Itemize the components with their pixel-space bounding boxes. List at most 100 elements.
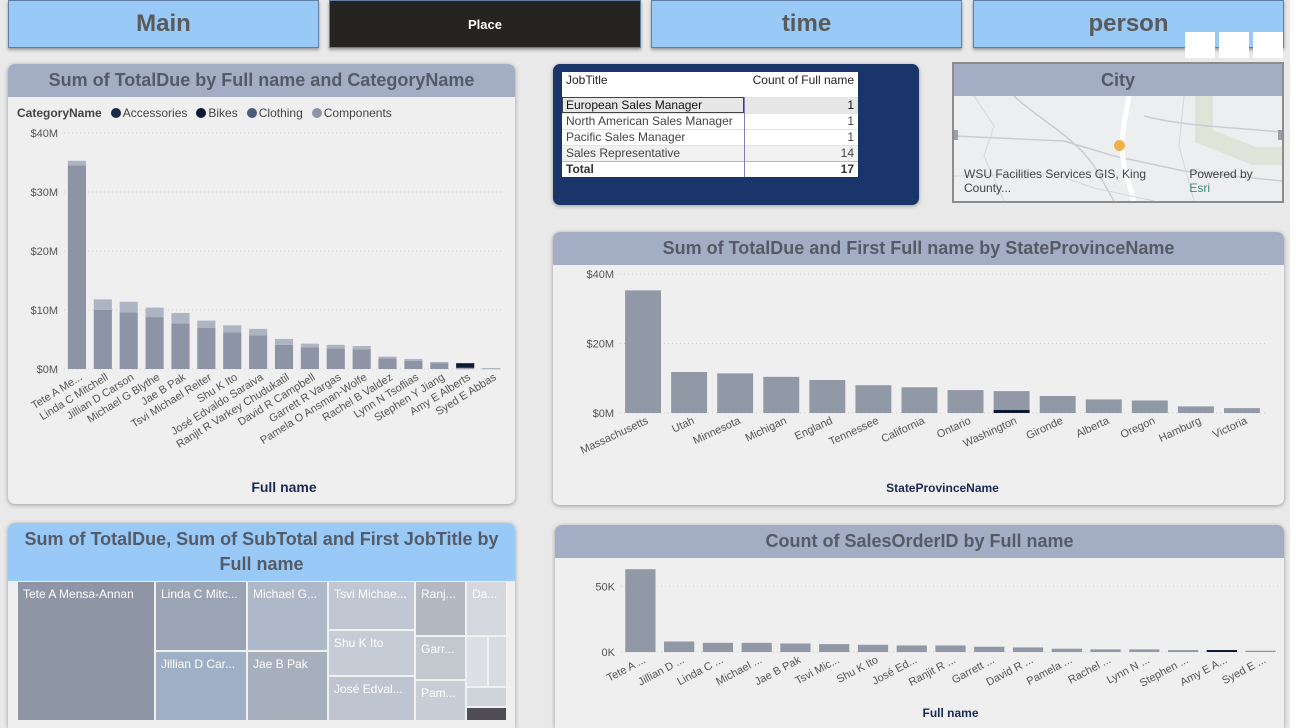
- table-row[interactable]: North American Sales Manager 1: [562, 112, 858, 129]
- treemap-cell[interactable]: Linda C Mitc...: [155, 581, 247, 651]
- bar-segment: [145, 317, 164, 369]
- x-tick-label: Hamburg: [1157, 415, 1203, 445]
- totaldue-by-fullname-category-card: Sum of TotalDue by Full name and Categor…: [8, 64, 515, 504]
- y-tick-label: $20M: [586, 339, 614, 351]
- bar-segment: [430, 363, 449, 369]
- map-location-marker[interactable]: [1114, 140, 1125, 151]
- bar-segment: [456, 367, 475, 369]
- bar-segment: [249, 328, 268, 336]
- map-powered-by[interactable]: Powered by Esri: [1189, 167, 1274, 195]
- bar-segment: [300, 343, 319, 348]
- y-tick-label: $40M: [586, 269, 614, 281]
- jobtitle-table-card: JobTitle Count of Full name European Sal…: [553, 64, 919, 205]
- x-tick-label: Michigan: [744, 415, 789, 444]
- x-tick-label: Minnesota: [691, 414, 743, 447]
- x-tick-label: Tsvi Mic...: [793, 654, 841, 687]
- bar: [671, 371, 708, 413]
- treemap-cell[interactable]: Ranj...: [415, 581, 466, 636]
- bar: [819, 644, 850, 652]
- visual-more-options-button[interactable]: [1253, 32, 1283, 58]
- cell-count: 14: [744, 144, 858, 161]
- visual-filter-button[interactable]: [1185, 32, 1215, 58]
- bar-segment: [197, 327, 216, 369]
- x-tick-label: Utah: [670, 415, 696, 436]
- chart2-plot[interactable]: $40M $20M $0MMassachusetts UtahMinnesota Mic…: [553, 232, 1284, 505]
- cell-jobtitle: Sales Representative: [562, 144, 745, 161]
- bar-segment: [145, 307, 164, 318]
- treemap-cell[interactable]: José Edval...: [328, 676, 415, 721]
- bar-segment: [223, 325, 242, 333]
- y-tick-label: $20M: [30, 246, 58, 258]
- y-tick-label: $0M: [593, 408, 614, 420]
- bar: [947, 390, 984, 413]
- bar: [1129, 649, 1160, 652]
- treemap-cell[interactable]: [488, 636, 507, 687]
- treemap-title: Sum of TotalDue, Sum of SubTotal and Fir…: [8, 523, 515, 581]
- report-canvas: Main Place time person Sum of TotalDue b…: [0, 0, 1290, 728]
- bar: [702, 642, 734, 652]
- treemap-cell[interactable]: Tete A Mensa-Annan: [17, 581, 155, 721]
- cell-jobtitle: European Sales Manager: [562, 96, 745, 113]
- cell-total-value: 17: [744, 160, 858, 177]
- treemap-cell[interactable]: Tsvi Michae...: [328, 581, 415, 630]
- treemap-cell[interactable]: Pam...: [415, 680, 466, 721]
- bar-segment: [378, 356, 397, 359]
- treemap-cell[interactable]: Garr...: [415, 636, 466, 680]
- treemap-cell[interactable]: Shu K Ito: [328, 630, 415, 676]
- chart1-plot[interactable]: $40M$30M$20M$10M$0MTete A Me...Linda C M…: [8, 64, 515, 504]
- bar: [1085, 399, 1122, 413]
- bar-segment: [404, 358, 423, 361]
- bar-segment: [223, 332, 242, 369]
- city-map-card: City WSU Facilities Services GIS, King C…: [952, 62, 1284, 203]
- jobtitle-table[interactable]: JobTitle Count of Full name European Sal…: [562, 72, 858, 177]
- bar: [901, 387, 938, 413]
- treemap[interactable]: Tete A Mensa-Annan Linda C Mitc... Jilli…: [17, 581, 507, 721]
- bar-segment: [456, 363, 475, 368]
- powered-by-label: Powered by: [1189, 167, 1253, 181]
- bar: [1131, 400, 1168, 413]
- treemap-card: Sum of TotalDue, Sum of SubTotal and Fir…: [8, 523, 515, 728]
- chart3-plot[interactable]: 50K0KTete A ...Jillian D ...Linda C ...M…: [555, 525, 1284, 728]
- treemap-cell[interactable]: Jillian D Car...: [155, 651, 247, 721]
- bar-segment: [249, 335, 268, 369]
- y-tick-label: $40M: [30, 128, 58, 140]
- bar: [664, 641, 695, 652]
- salesorder-count-card: Count of SalesOrderID by Full name 50K 0K…: [555, 525, 1284, 728]
- table-row[interactable]: European Sales Manager 1: [562, 96, 858, 113]
- bar: [1039, 395, 1076, 413]
- bar-segment: [378, 358, 397, 369]
- bar-segment: [326, 344, 345, 349]
- visual-focus-button[interactable]: [1219, 32, 1249, 58]
- map-attribution-text: WSU Facilities Services GIS, King County…: [964, 167, 1147, 195]
- tab-place[interactable]: Place: [329, 0, 641, 48]
- bar: [780, 643, 811, 652]
- bar: [809, 379, 846, 413]
- treemap-cell[interactable]: [466, 687, 507, 707]
- table-row[interactable]: Sales Representative 14: [562, 144, 858, 161]
- col-header-count[interactable]: Count of Full name: [744, 72, 858, 88]
- treemap-cell[interactable]: [466, 636, 488, 687]
- page-scroll-rail: [1290, 0, 1303, 728]
- bar-segment: [274, 344, 294, 369]
- bar: [896, 645, 927, 652]
- bar-segment: [119, 312, 138, 369]
- treemap-cell[interactable]: Da...: [466, 581, 507, 636]
- tab-time[interactable]: time: [651, 0, 962, 48]
- col-header-jobtitle[interactable]: JobTitle: [562, 72, 744, 88]
- bar: [935, 645, 966, 652]
- tab-main[interactable]: Main: [8, 0, 319, 48]
- cell-total-label: Total: [562, 160, 745, 177]
- y-tick-label: 50K: [595, 581, 615, 593]
- cell-count: 1: [744, 112, 858, 129]
- esri-link[interactable]: Esri: [1189, 181, 1210, 195]
- table-row[interactable]: Pacific Sales Manager 1: [562, 128, 858, 145]
- treemap-cell[interactable]: [466, 707, 507, 721]
- bar-highlight: [1206, 650, 1237, 652]
- x-axis-title: Full name: [251, 479, 317, 495]
- bar-highlight: [993, 410, 1030, 413]
- treemap-cell[interactable]: Jae B Pak: [247, 651, 328, 721]
- x-tick-label: Tennessee: [827, 415, 880, 448]
- x-axis-title: Full name: [922, 706, 978, 720]
- bar: [974, 646, 1005, 652]
- treemap-cell[interactable]: Michael G...: [247, 581, 328, 651]
